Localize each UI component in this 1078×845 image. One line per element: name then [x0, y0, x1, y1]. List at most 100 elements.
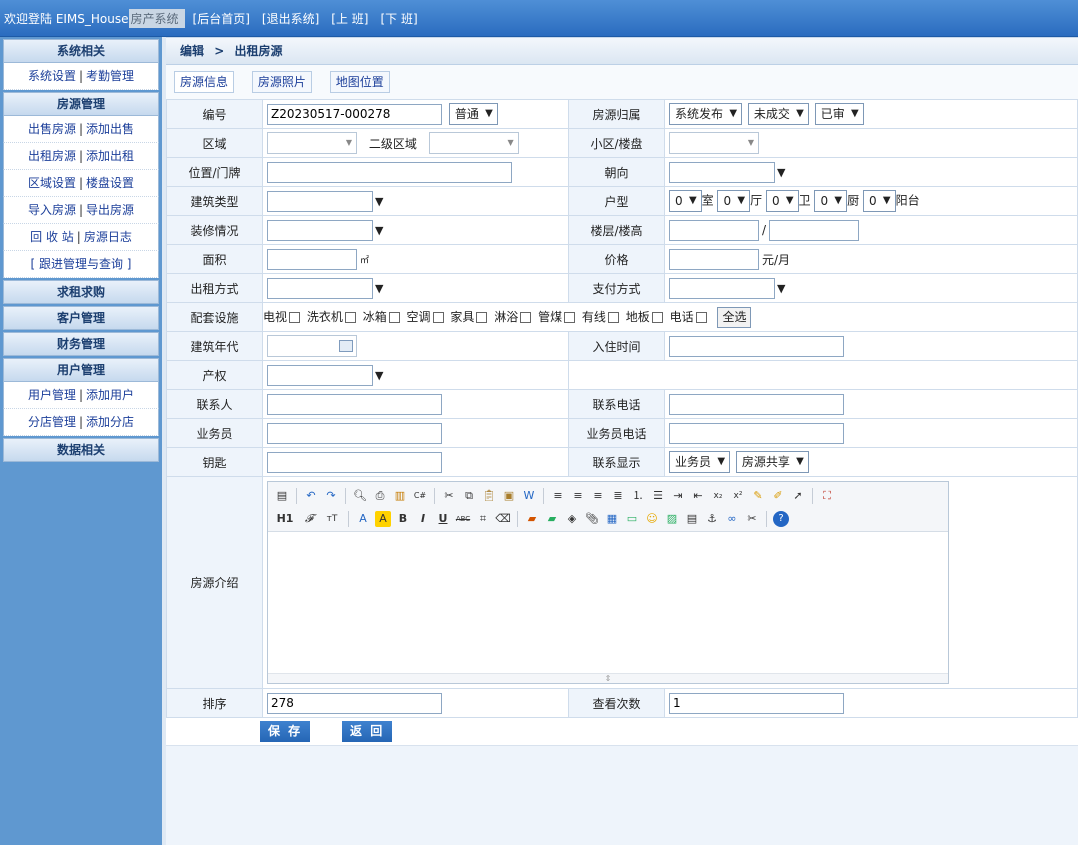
select-all-icon[interactable]: ✐	[770, 488, 786, 504]
tab-house-photos[interactable]: 房源照片	[251, 71, 312, 93]
display-share-select[interactable]: 房源共享 ▼	[735, 451, 809, 473]
facility-checkbox[interactable]	[476, 311, 488, 323]
chevron-down-icon[interactable]: ▼	[375, 224, 383, 237]
superscript-icon[interactable]: x²	[730, 488, 746, 504]
calendar-icon[interactable]	[339, 340, 353, 352]
link-icon[interactable]: ∞	[724, 511, 740, 527]
fullscreen-icon[interactable]: ⛶	[819, 488, 835, 504]
tab-map-location[interactable]: 地图位置	[329, 71, 390, 93]
sidebar-item-branch-management[interactable]: 分店管理	[28, 415, 76, 429]
paste-text-icon[interactable]: ▣	[501, 488, 517, 504]
sidebar-header-house[interactable]: 房源管理	[3, 92, 159, 116]
preview-icon[interactable]: 🔍︎	[352, 488, 368, 504]
font-size-icon[interactable]: тT	[322, 511, 342, 527]
layout-baths-select[interactable]: 0 ▼	[765, 190, 799, 212]
anchor-icon[interactable]: ⚓	[704, 511, 720, 527]
editor-content-area[interactable]	[268, 532, 948, 672]
phone-input[interactable]	[669, 393, 844, 415]
sidebar-item-sale-houses[interactable]: 出售房源	[28, 122, 76, 136]
floor-input[interactable]	[669, 219, 759, 241]
sidebar-header-rent-buy[interactable]: 求租求购	[3, 280, 159, 304]
facility-checkbox[interactable]	[607, 311, 619, 323]
sidebar-header-finance[interactable]: 财务管理	[3, 332, 159, 356]
chevron-down-icon[interactable]: ▼	[777, 282, 785, 295]
sidebar-item-recycle-bin[interactable]: 回 收 站	[30, 230, 74, 244]
sidebar-item-export[interactable]: 导出房源	[86, 203, 134, 217]
undo-icon[interactable]: ↶	[303, 488, 319, 504]
clock-out-link[interactable]: [下 班]	[380, 10, 417, 27]
select-all-button[interactable]: 全选	[717, 306, 752, 328]
align-right-icon[interactable]: ≡	[590, 488, 606, 504]
flash-icon[interactable]: ▰	[544, 511, 560, 527]
sidebar-item-system-settings[interactable]: 系统设置	[28, 69, 76, 83]
sidebar-item-estate-settings[interactable]: 楼盘设置	[86, 176, 134, 190]
copy-icon[interactable]: ⧉	[461, 488, 477, 504]
strikethrough-icon[interactable]: ABC	[455, 511, 471, 527]
italic-icon[interactable]: I	[415, 511, 431, 527]
cursor-icon[interactable]: ➚	[790, 488, 806, 504]
save-button[interactable]: 保 存	[260, 721, 311, 742]
erase-icon[interactable]: ⌫	[495, 511, 511, 527]
redo-icon[interactable]: ↷	[323, 488, 339, 504]
help-icon[interactable]: ?	[773, 510, 789, 527]
source-icon[interactable]: ▤	[274, 488, 290, 504]
attach-icon[interactable]: 📎︎	[584, 511, 600, 527]
font-family-icon[interactable]: 𝓕	[300, 511, 318, 527]
price-input[interactable]	[669, 248, 759, 270]
subarea-combo[interactable]: ▼	[428, 132, 519, 154]
rich-text-editor[interactable]: ▤ ↶ ↷ 🔍︎ ⎙ ▥ C# ✂ ⧉ 📋︎ ▣ W ≡ ≡ ≡ ≣ ⒈ ☰ ⇥…	[267, 481, 949, 684]
checkin-input[interactable]	[669, 335, 844, 357]
estate-combo[interactable]: ▼	[669, 132, 759, 154]
back-button[interactable]: 返 回	[342, 721, 393, 742]
sidebar-item-house-log[interactable]: 房源日志	[84, 230, 132, 244]
chevron-down-icon[interactable]: ▼	[375, 369, 383, 382]
sidebar-item-followup[interactable]: [ 跟进管理与查询 ]	[31, 257, 132, 271]
agent-phone-input[interactable]	[669, 422, 844, 444]
pagebreak-icon[interactable]: ▤	[684, 511, 700, 527]
sidebar-item-add-user[interactable]: 添加用户	[86, 388, 134, 402]
layout-rooms-select[interactable]: 0 ▼	[669, 190, 702, 212]
size-input[interactable]	[267, 248, 357, 270]
editor-resize-handle[interactable]: ⇕	[268, 673, 948, 683]
sidebar-item-import[interactable]: 导入房源	[28, 203, 76, 217]
unlink-icon[interactable]: ✂	[744, 511, 760, 527]
chevron-down-icon[interactable]: ▼	[375, 195, 383, 208]
property-right-input[interactable]	[267, 364, 373, 386]
bold-icon[interactable]: B	[395, 511, 411, 527]
sidebar-header-users[interactable]: 用户管理	[3, 358, 159, 382]
views-input[interactable]	[669, 692, 844, 714]
cut-icon[interactable]: ✂	[441, 488, 457, 504]
facility-checkbox[interactable]	[695, 311, 707, 323]
underline-icon[interactable]: U	[435, 511, 451, 527]
code-type-select[interactable]: 普通 ▼	[448, 103, 498, 125]
owner-deal-select[interactable]: 未成交 ▼	[747, 103, 809, 125]
build-year-input[interactable]	[267, 335, 357, 357]
facility-checkbox[interactable]	[289, 311, 301, 323]
facility-checkbox[interactable]	[520, 311, 532, 323]
sidebar-header-customers[interactable]: 客户管理	[3, 306, 159, 330]
highlight-color-icon[interactable]: A	[375, 510, 391, 527]
location-input[interactable]	[267, 161, 512, 183]
align-center-icon[interactable]: ≡	[570, 488, 586, 504]
paste-icon[interactable]: 📋︎	[481, 488, 497, 504]
unordered-list-icon[interactable]: ☰	[650, 488, 666, 504]
sidebar-item-add-branch[interactable]: 添加分店	[86, 415, 134, 429]
clear-format-icon[interactable]: ✎	[750, 488, 766, 504]
sidebar-item-user-management[interactable]: 用户管理	[28, 388, 76, 402]
emoticon-icon[interactable]: ☺	[644, 511, 660, 527]
payment-input[interactable]	[669, 277, 775, 299]
align-left-icon[interactable]: ≡	[550, 488, 566, 504]
template-icon[interactable]: ▥	[392, 488, 408, 504]
sidebar-header-data[interactable]: 数据相关	[3, 438, 159, 462]
font-color-icon[interactable]: A	[355, 511, 371, 527]
orientation-input[interactable]	[669, 161, 775, 183]
media-icon[interactable]: ◈	[564, 511, 580, 527]
layout-halls-select[interactable]: 0 ▼	[717, 190, 751, 212]
code-icon[interactable]: C#	[412, 488, 428, 504]
layout-kitchens-select[interactable]: 0 ▼	[814, 190, 848, 212]
owner-publisher-select[interactable]: 系统发布 ▼	[669, 103, 743, 125]
hr-icon[interactable]: ▭	[624, 511, 640, 527]
display-agent-select[interactable]: 业务员 ▼	[669, 451, 731, 473]
facility-checkbox[interactable]	[564, 311, 576, 323]
facility-checkbox[interactable]	[388, 311, 400, 323]
